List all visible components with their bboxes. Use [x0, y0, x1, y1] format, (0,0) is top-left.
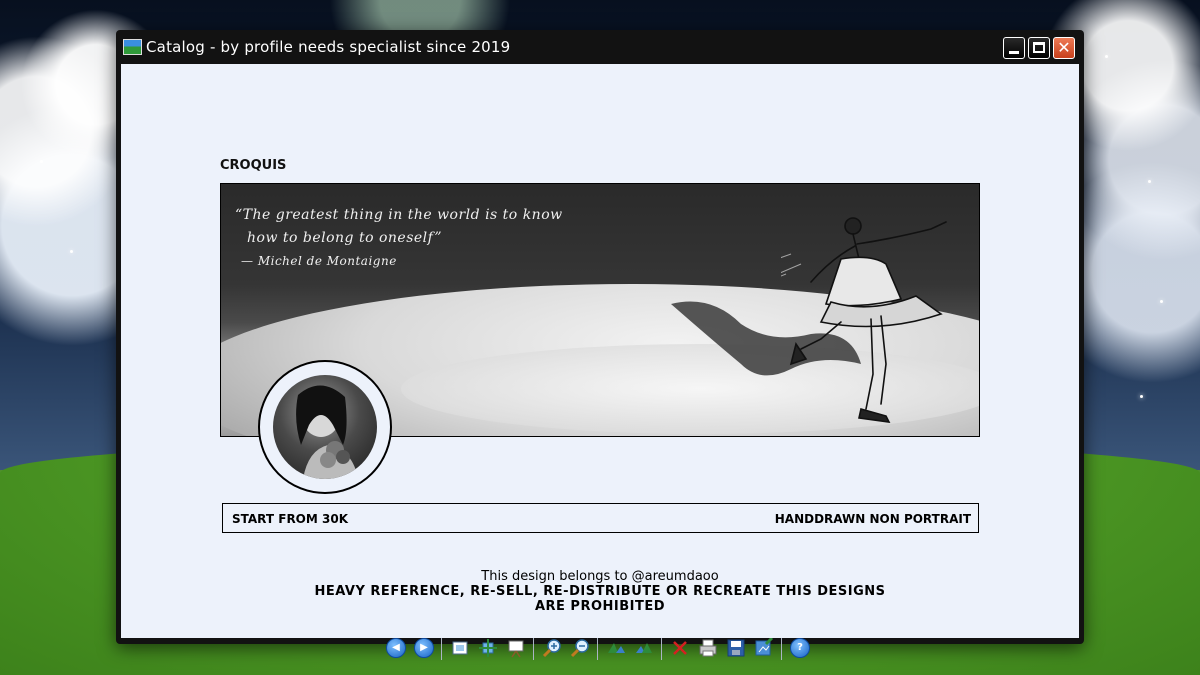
toolbar-separator	[597, 638, 598, 660]
next-button[interactable]: ▶	[414, 638, 434, 658]
star-sparkle	[70, 250, 73, 253]
close-icon: ✕	[1057, 38, 1071, 57]
edit-button[interactable]	[754, 636, 774, 658]
zoom-in-button[interactable]	[542, 638, 562, 658]
star-sparkle	[1105, 55, 1108, 58]
catalog-window: Catalog - by profile needs specialist si…	[116, 30, 1084, 660]
toolbar-separator	[441, 638, 442, 660]
save-button[interactable]	[726, 638, 746, 658]
best-fit-button[interactable]	[478, 638, 498, 658]
best-fit-icon	[479, 639, 497, 657]
delete-button[interactable]	[670, 638, 690, 658]
warning-text: ARE PROHIBITED	[534, 599, 666, 614]
app-icon	[123, 39, 142, 55]
maximize-icon	[1033, 42, 1045, 53]
rotate-counterclockwise-button[interactable]	[634, 638, 654, 658]
quote-line: “The greatest thing in the world is to k…	[235, 207, 563, 223]
price-text: START FROM 30K	[232, 512, 349, 526]
quote-line: how to belong to oneself”	[247, 230, 443, 246]
avatar	[273, 375, 377, 479]
help-button[interactable]: ?	[790, 638, 810, 658]
previous-icon: ◀	[392, 642, 400, 653]
slideshow-icon	[508, 640, 524, 658]
minimize-button[interactable]	[1003, 37, 1025, 59]
next-icon: ▶	[420, 642, 428, 653]
maximize-button[interactable]	[1028, 37, 1050, 59]
star-sparkle	[1148, 180, 1151, 183]
zoom-in-icon	[542, 639, 561, 658]
title-bar[interactable]: Catalog - by profile needs specialist si…	[116, 30, 1084, 64]
edit-icon	[755, 636, 774, 656]
print-button[interactable]	[698, 638, 718, 658]
previous-button[interactable]: ◀	[386, 638, 406, 658]
warning-text: HEAVY REFERENCE, RE-SELL, RE-DISTRIBUTE …	[314, 584, 886, 599]
minimize-icon	[1009, 51, 1019, 54]
price-bar: START FROM 30K HANDDRAWN NON PORTRAIT	[222, 503, 979, 533]
print-icon	[699, 639, 717, 657]
save-icon	[727, 639, 745, 657]
quote-author: — Michel de Montaigne	[241, 254, 397, 268]
star-sparkle	[40, 160, 43, 163]
skater-sketch	[781, 217, 947, 423]
window-client-area: CROQUIS “The greatest thing in the world…	[121, 64, 1079, 660]
actual-size-button[interactable]	[450, 638, 470, 658]
delete-icon	[673, 641, 687, 655]
rotate-clockwise-button[interactable]	[606, 638, 626, 658]
close-button[interactable]: ✕	[1053, 37, 1075, 59]
category-text: HANDDRAWN NON PORTRAIT	[774, 512, 971, 526]
window-title: Catalog - by profile needs specialist si…	[146, 38, 511, 56]
toolbar-separator	[533, 638, 534, 660]
rotate-counterclockwise-icon	[636, 643, 652, 653]
help-icon: ?	[797, 642, 803, 653]
toolbar-separator	[781, 638, 782, 660]
zoom-out-icon	[570, 639, 589, 658]
star-sparkle	[1160, 300, 1163, 303]
handwritten-quote: “The greatest thing in the world is to k…	[235, 204, 563, 273]
star-sparkle	[1140, 395, 1143, 398]
toolbar-separator	[661, 638, 662, 660]
portrait-sketch	[296, 385, 358, 479]
actual-size-icon	[452, 641, 468, 655]
slideshow-button[interactable]	[506, 638, 526, 658]
section-title: CROQUIS	[220, 158, 287, 173]
credit-text: This design belongs to @areumdaoo	[481, 569, 719, 584]
rotate-clockwise-icon	[608, 643, 625, 653]
zoom-out-button[interactable]	[570, 638, 590, 658]
